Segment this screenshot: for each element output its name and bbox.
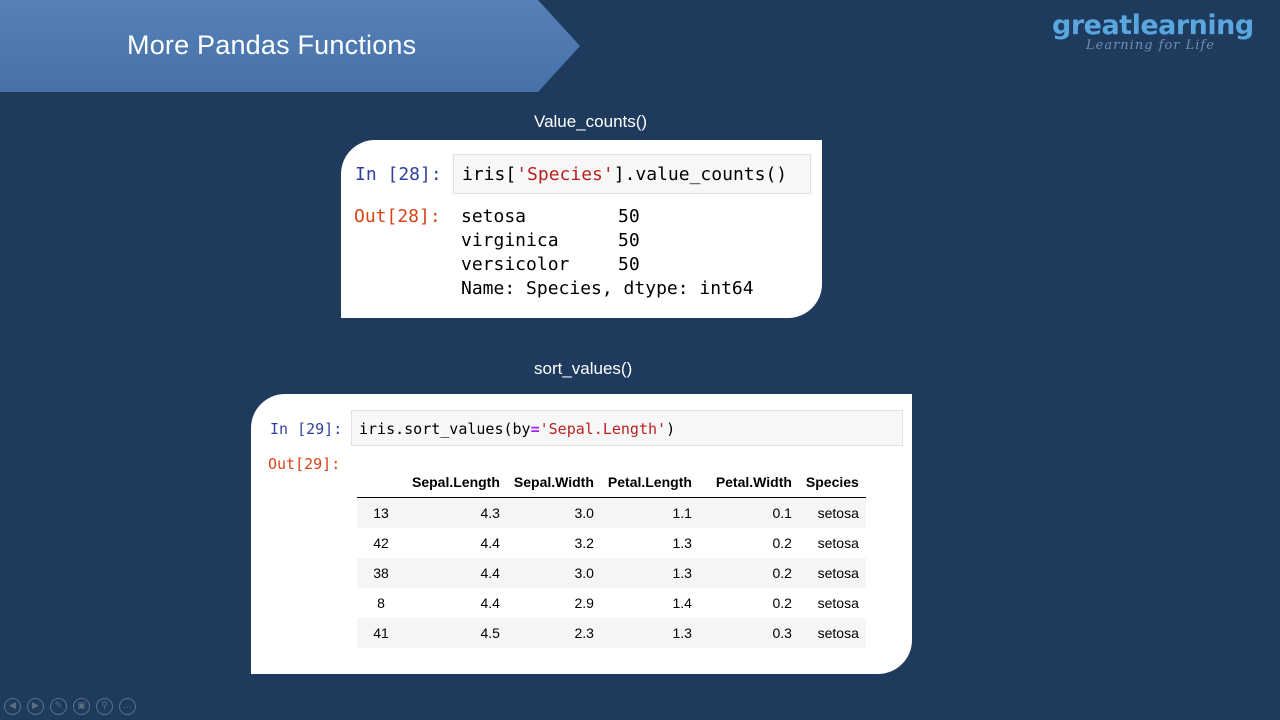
table-cell: setosa bbox=[817, 535, 859, 551]
table-cell: setosa bbox=[817, 625, 859, 641]
column-header: Petal.Width bbox=[715, 473, 792, 490]
greatlearning-logo: greatlearning Learning for Life bbox=[1052, 10, 1262, 60]
column-header: Species bbox=[805, 473, 859, 490]
table-row: 38 4.4 3.0 1.3 0.2 setosa bbox=[357, 558, 866, 588]
output-prompt: Out[28]: bbox=[354, 206, 441, 227]
table-cell: 3.0 bbox=[574, 565, 594, 581]
column-header bbox=[357, 466, 405, 498]
table-cell: 3.0 bbox=[574, 505, 594, 521]
code-cell[interactable]: iris.sort_values(by='Sepal.Length') bbox=[351, 410, 903, 446]
table-cell: 1.1 bbox=[672, 505, 692, 521]
row-index: 8 bbox=[377, 595, 385, 611]
output-value: 50 bbox=[618, 254, 640, 275]
slideshow-controls: ◀ ▶ ✎ ▣ ⚲ … bbox=[4, 698, 136, 716]
table-cell: 0.1 bbox=[772, 505, 792, 521]
column-header: Sepal.Length bbox=[412, 473, 500, 490]
table-cell: 4.5 bbox=[480, 625, 500, 641]
output-label: versicolor bbox=[461, 254, 570, 275]
value-counts-card: In [28]: iris['Species'].value_counts() … bbox=[341, 140, 822, 318]
row-index: 13 bbox=[373, 505, 389, 521]
code-text: iris.sort_values(by='Sepal.Length') bbox=[359, 420, 676, 438]
more-icon[interactable]: … bbox=[119, 698, 136, 715]
output-value: 50 bbox=[618, 230, 640, 251]
table-row: 41 4.5 2.3 1.3 0.3 setosa bbox=[357, 618, 866, 648]
next-icon[interactable]: ▶ bbox=[27, 698, 44, 715]
table-cell: 0.2 bbox=[772, 565, 792, 581]
table-cell: 1.3 bbox=[672, 625, 692, 641]
output-footer: Name: Species, dtype: int64 bbox=[461, 278, 754, 299]
table-row: 42 4.4 3.2 1.3 0.2 setosa bbox=[357, 528, 866, 558]
row-index: 38 bbox=[373, 565, 389, 581]
table-cell: 2.3 bbox=[574, 625, 594, 641]
table-cell: 4.4 bbox=[480, 565, 500, 581]
code-cell[interactable]: iris['Species'].value_counts() bbox=[453, 154, 811, 194]
table-cell: 0.2 bbox=[772, 535, 792, 551]
table-row: 8 4.4 2.9 1.4 0.2 setosa bbox=[357, 588, 866, 618]
table-cell: 3.2 bbox=[574, 535, 594, 551]
row-index: 41 bbox=[373, 625, 389, 641]
table-cell: 0.2 bbox=[772, 595, 792, 611]
prev-icon[interactable]: ◀ bbox=[4, 698, 21, 715]
table-cell: setosa bbox=[817, 595, 859, 611]
table-cell: 4.4 bbox=[480, 535, 500, 551]
input-prompt: In [29]: bbox=[270, 420, 343, 438]
table-cell: 1.4 bbox=[672, 595, 692, 611]
row-index: 42 bbox=[373, 535, 389, 551]
output-value: 50 bbox=[618, 206, 640, 227]
logo-tagline: Learning for Life bbox=[1086, 38, 1215, 53]
table-cell: 2.9 bbox=[574, 595, 594, 611]
zoom-icon[interactable]: ⚲ bbox=[96, 698, 113, 715]
column-header: Petal.Length bbox=[607, 473, 692, 490]
table-header-row: Sepal.Length Sepal.Width Petal.Length Pe… bbox=[357, 466, 866, 498]
column-header: Sepal.Width bbox=[513, 473, 594, 490]
table-cell: 1.3 bbox=[672, 535, 692, 551]
table-cell: 4.4 bbox=[480, 595, 500, 611]
table-cell: 1.3 bbox=[672, 565, 692, 581]
output-prompt: Out[29]: bbox=[268, 455, 341, 473]
table-cell: setosa bbox=[817, 565, 859, 581]
input-prompt: In [28]: bbox=[355, 164, 442, 185]
output-label: setosa bbox=[461, 206, 527, 227]
pen-icon[interactable]: ✎ bbox=[50, 698, 67, 715]
dataframe-table: Sepal.Length Sepal.Width Petal.Length Pe… bbox=[357, 466, 866, 648]
table-row: 13 4.3 3.0 1.1 0.1 setosa bbox=[357, 497, 866, 528]
logo-wordmark: greatlearning bbox=[1052, 10, 1254, 41]
table-cell: setosa bbox=[817, 505, 859, 521]
slides-icon[interactable]: ▣ bbox=[73, 698, 90, 715]
table-cell: 0.3 bbox=[772, 625, 792, 641]
output-label: virginica bbox=[461, 230, 559, 251]
value-counts-heading: Value_counts() bbox=[534, 112, 648, 131]
sort-values-heading: sort_values() bbox=[534, 359, 633, 378]
table-cell: 4.3 bbox=[480, 505, 500, 521]
sort-values-card: In [29]: iris.sort_values(by='Sepal.Leng… bbox=[251, 394, 912, 674]
code-text: iris['Species'].value_counts() bbox=[462, 164, 788, 185]
slide-title: More Pandas Functions bbox=[127, 30, 417, 60]
